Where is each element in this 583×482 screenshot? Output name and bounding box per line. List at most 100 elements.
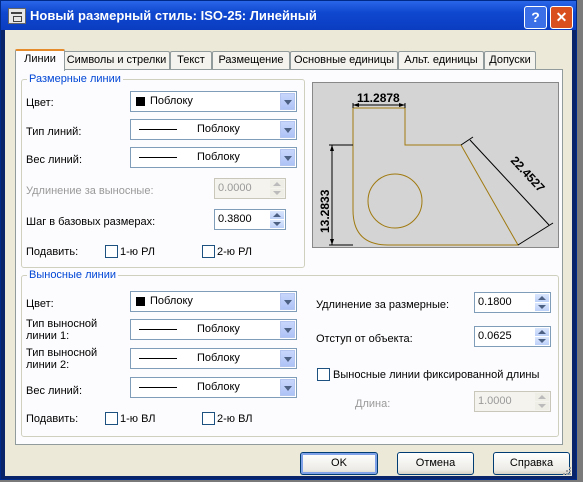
ext-lineweight-value: Поблоку <box>197 381 240 393</box>
preview-dim-angled: 22.4527 <box>508 153 548 195</box>
ext-lineweight-label: Вес линий: <box>26 385 82 397</box>
window-title: Новый размерный стиль: ISO-25: Линейный <box>30 8 317 23</box>
dropdown-arrow-icon[interactable] <box>280 121 295 138</box>
preview-pane: 11.2878 13.2833 22.4527 <box>312 82 559 248</box>
ext-linetype2-combo[interactable]: Поблоку <box>130 348 297 369</box>
linetype-sample <box>139 129 177 130</box>
ext-lt2-label-a: Тип выносной <box>26 347 98 359</box>
linetype-sample <box>139 329 177 330</box>
preview-hole <box>367 173 423 229</box>
dim-lineweight-label: Вес линий: <box>26 154 82 166</box>
ext-color-value: Поблоку <box>150 295 193 307</box>
preview-drawing: 11.2878 13.2833 22.4527 <box>318 91 554 246</box>
dropdown-arrow-icon[interactable] <box>280 379 295 396</box>
close-button[interactable]: ✕ <box>550 6 573 29</box>
tab-tolerances[interactable]: Допуски <box>484 51 536 69</box>
preview-outline <box>352 107 519 246</box>
dim-color-combo[interactable]: Поблоку <box>130 91 297 112</box>
ext-suppress-label: Подавить: <box>26 413 79 425</box>
ext-lines-group: Выносные линии Цвет: Поблоку Тип выносно… <box>21 269 559 437</box>
color-swatch <box>136 297 145 306</box>
dim-suppress-label: Подавить: <box>26 246 79 258</box>
ext-color-combo[interactable]: Поблоку <box>130 291 297 312</box>
dropdown-arrow-icon[interactable] <box>280 93 295 110</box>
dropdown-arrow-icon[interactable] <box>280 321 295 338</box>
dim-lineweight-value: Поблоку <box>197 151 240 163</box>
tab-text[interactable]: Текст <box>170 51 212 69</box>
ext-offset-label: Отступ от объекта: <box>316 333 413 345</box>
ext-lineweight-combo[interactable]: Поблоку <box>130 377 297 398</box>
suppress-dim-line-2-checkbox[interactable] <box>202 245 215 258</box>
spin-down-icon[interactable] <box>270 189 284 197</box>
ok-button[interactable]: OK <box>300 452 378 475</box>
color-swatch <box>136 97 145 106</box>
dropdown-arrow-icon[interactable] <box>280 149 295 166</box>
ext-linetype1-combo[interactable]: Поблоку <box>130 319 297 340</box>
ext-beyond-value: 0.1800 <box>478 296 512 308</box>
fixed-length-label: Выносные линии фиксированной длины <box>333 369 540 381</box>
dim-linetype-combo[interactable]: Поблоку <box>130 119 297 140</box>
resize-grip-icon[interactable] <box>561 465 571 475</box>
baseline-spacing-value: 0.3800 <box>218 213 252 225</box>
dim-linetype-label: Тип линий: <box>26 126 82 138</box>
spin-up-icon[interactable] <box>535 393 549 401</box>
dropdown-arrow-icon[interactable] <box>280 350 295 367</box>
ext-beyond-label: Удлинение за размерные: <box>316 299 450 311</box>
spin-down-icon[interactable] <box>270 220 284 228</box>
spin-up-icon[interactable] <box>270 211 284 219</box>
ext-lt1-label-b: линии 1: <box>26 330 70 342</box>
help-button[interactable]: Справка <box>493 452 570 475</box>
dim-lines-group: Размерные линии Цвет: Поблоку Тип линий:… <box>21 73 305 268</box>
spin-down-icon[interactable] <box>535 337 549 345</box>
preview-dim-top: 11.2878 <box>357 91 400 105</box>
dim-lines-title: Размерные линии <box>27 73 123 85</box>
tab-panel: Размерные линии Цвет: Поблоку Тип линий:… <box>15 69 563 445</box>
ext-lt1-label-a: Тип выносной <box>26 318 98 330</box>
ext-length-value: 1.0000 <box>478 395 512 407</box>
spin-down-icon[interactable] <box>535 402 549 410</box>
dialog-window: Новый размерный стиль: ISO-25: Линейный … <box>0 0 577 480</box>
spin-up-icon[interactable] <box>270 180 284 188</box>
ext-beyond-spinner[interactable]: 0.1800 <box>474 292 551 313</box>
suppress-ext-line-1-checkbox[interactable] <box>105 412 118 425</box>
tab-alternate-units[interactable]: Альт. единицы <box>398 51 484 69</box>
suppress-dim-line-2-label: 2-ю РЛ <box>217 246 253 258</box>
ext-lines-title: Выносные линии <box>27 269 119 281</box>
ext-length-spinner[interactable]: 1.0000 <box>474 391 551 412</box>
suppress-ext-line-2-label: 2-ю ВЛ <box>217 413 253 425</box>
dim-color-value: Поблоку <box>150 95 193 107</box>
suppress-ext-line-2-checkbox[interactable] <box>202 412 215 425</box>
help-title-button[interactable]: ? <box>524 6 547 29</box>
title-bar[interactable]: Новый размерный стиль: ISO-25: Линейный … <box>1 1 576 30</box>
dim-lineweight-combo[interactable]: Поблоку <box>130 147 297 168</box>
ext-offset-spinner[interactable]: 0.0625 <box>474 326 551 347</box>
ext-color-label: Цвет: <box>26 298 54 310</box>
tab-primary-units[interactable]: Основные единицы <box>290 51 398 69</box>
ext-offset-value: 0.0625 <box>478 330 512 342</box>
spin-down-icon[interactable] <box>535 303 549 311</box>
spin-up-icon[interactable] <box>535 328 549 336</box>
tab-fit[interactable]: Размещение <box>212 51 290 69</box>
fixed-length-checkbox[interactable] <box>317 368 330 381</box>
ext-lt2-value: Поблоку <box>197 352 240 364</box>
tab-lines[interactable]: Линии <box>15 49 65 71</box>
dim-extend-value: 0.0000 <box>218 182 252 194</box>
dim-arrow-icon <box>330 239 334 245</box>
ext-lt1-value: Поблоку <box>197 323 240 335</box>
dim-extend-spinner[interactable]: 0.0000 <box>214 178 286 199</box>
ext-length-label: Длина: <box>355 398 391 410</box>
suppress-dim-line-1-label: 1-ю РЛ <box>120 246 156 258</box>
ext-lt2-label-b: линии 2: <box>26 359 70 371</box>
dim-arrow-icon <box>399 103 405 107</box>
lineweight-sample <box>139 387 177 388</box>
dim-extend-label: Удлинение за выносные: <box>26 185 154 197</box>
lineweight-sample <box>139 157 177 158</box>
cancel-button[interactable]: Отмена <box>397 452 474 475</box>
baseline-spacing-spinner[interactable]: 0.3800 <box>214 209 286 230</box>
dim-linetype-value: Поблоку <box>197 123 240 135</box>
suppress-dim-line-1-checkbox[interactable] <box>105 245 118 258</box>
tab-symbols-arrows[interactable]: Символы и стрелки <box>63 51 170 69</box>
spin-up-icon[interactable] <box>535 294 549 302</box>
dropdown-arrow-icon[interactable] <box>280 293 295 310</box>
baseline-spacing-label: Шаг в базовых размерах: <box>26 216 156 228</box>
